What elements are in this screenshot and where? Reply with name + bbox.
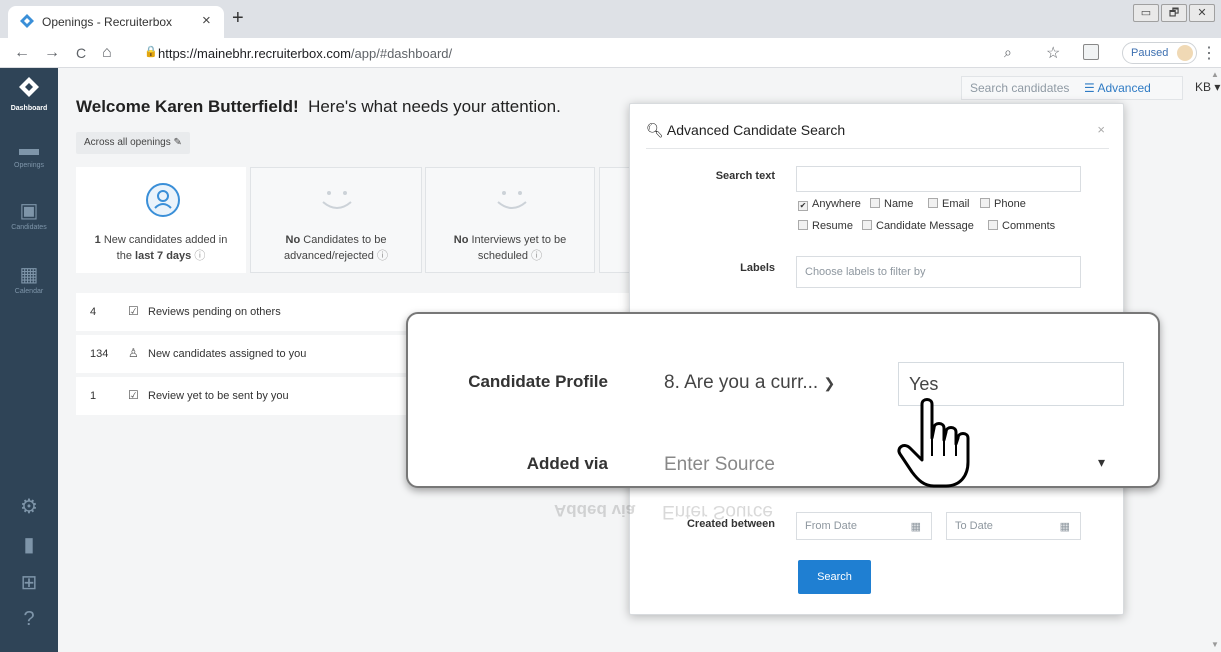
labels-select[interactable]: Choose labels to filter by xyxy=(796,256,1081,288)
lock-icon: 🔒 xyxy=(144,46,158,58)
search-text-input[interactable] xyxy=(796,166,1081,192)
candidates-icon: ▣ xyxy=(19,200,39,222)
new-tab-button[interactable]: + xyxy=(232,7,244,30)
forward-icon[interactable]: → xyxy=(44,44,60,62)
sidebar-item-label: Openings xyxy=(14,162,44,169)
advanced-search-link[interactable]: ☰ Advanced xyxy=(1084,81,1151,95)
minimize-icon[interactable]: ▭ xyxy=(1133,4,1159,22)
zoom-icon[interactable]: ⌕ xyxy=(1004,44,1012,61)
scope-candidate-message-checkbox[interactable]: Candidate Message xyxy=(862,220,974,232)
recruiterbox-favicon-icon xyxy=(20,14,34,28)
divider xyxy=(646,148,1109,149)
back-icon[interactable]: ← xyxy=(14,44,30,62)
review-icon: ☑ xyxy=(128,304,139,318)
review-icon: ☑ xyxy=(128,388,139,402)
close-window-icon[interactable]: ✕ xyxy=(1189,4,1215,22)
chevron-down-icon[interactable]: ▾ xyxy=(1098,454,1105,471)
settings-button[interactable]: ⚙ xyxy=(0,496,58,518)
user-menu[interactable]: KB ▾ xyxy=(1195,80,1220,94)
callout-reflection: Added via Enter Source xyxy=(554,501,773,522)
zoom-callout: Candidate Profile 8. Are you a curr... ❯… xyxy=(406,312,1160,488)
scroll-down-arrow[interactable]: ▼ xyxy=(1211,640,1219,649)
sidebar-item-candidates[interactable]: ▣ Candidates xyxy=(0,200,58,231)
smiley-icon xyxy=(322,191,352,209)
candidate-profile-label: Candidate Profile xyxy=(468,372,608,391)
stat-card-interviews[interactable]: No Interviews yet to be scheduled ⓘ xyxy=(425,167,595,273)
sidebar-item-calendar[interactable]: ▦ Calendar xyxy=(0,264,58,295)
reports-button[interactable]: ▮ xyxy=(0,534,58,556)
info-icon: ⓘ xyxy=(194,250,206,262)
candidate-search-input[interactable]: Search candidates ☰ Advanced xyxy=(961,76,1183,100)
scope-phone-checkbox[interactable]: Phone xyxy=(980,198,1026,210)
info-icon: ⓘ xyxy=(376,250,388,262)
scope-resume-checkbox[interactable]: Resume xyxy=(798,220,853,232)
home-icon[interactable]: ⌂ xyxy=(102,44,112,62)
scope-comments-checkbox[interactable]: Comments xyxy=(988,220,1055,232)
stat-description: 1 New candidates added in the last 7 day… xyxy=(94,234,228,262)
chevron-down-icon: ❯ xyxy=(823,375,836,391)
source-select[interactable]: Enter Source xyxy=(664,454,775,476)
labels-label: Labels xyxy=(740,262,775,274)
gifts-button[interactable]: ⊞ xyxy=(0,572,58,594)
scope-anywhere-checkbox[interactable]: ✔ Anywhere xyxy=(798,198,861,211)
url-text: https://mainebhr.recruiterbox.com/app/#d… xyxy=(158,46,453,61)
bar-chart-icon: ▮ xyxy=(23,534,35,556)
close-icon[interactable]: × xyxy=(1097,122,1105,137)
briefcase-icon: ▬ xyxy=(19,138,39,160)
browser-tab[interactable]: Openings - Recruiterbox × xyxy=(8,6,224,38)
browser-tab-bar: Openings - Recruiterbox × + ▭ 🗗 ✕ xyxy=(0,0,1221,38)
page-title: Welcome Karen Butterfield! Here's what n… xyxy=(76,97,561,116)
profile-button[interactable]: Paused xyxy=(1122,42,1198,64)
address-bar: ← → C ⌂ 🔒 https://mainebhr.recruiterbox.… xyxy=(0,38,1221,68)
help-button[interactable]: ? xyxy=(0,608,58,630)
info-icon: ⓘ xyxy=(531,250,543,262)
app-sidebar: Dashboard ▬ Openings ▣ Candidates ▦ Cale… xyxy=(0,68,58,652)
search-button[interactable]: Search xyxy=(798,560,871,594)
sidebar-item-label: Dashboard xyxy=(10,105,48,112)
tab-close-icon[interactable]: × xyxy=(202,12,211,29)
sidebar-item-label: Calendar xyxy=(14,288,44,295)
browser-menu-icon[interactable]: ⋮ xyxy=(1201,43,1217,63)
restore-icon[interactable]: 🗗 xyxy=(1161,4,1187,22)
extension-icon[interactable] xyxy=(1083,44,1099,60)
bookmark-star-icon[interactable]: ☆ xyxy=(1046,43,1060,63)
search-icon: 🔍︎ xyxy=(646,122,664,138)
reload-icon[interactable]: C xyxy=(76,45,86,61)
stat-description: No Candidates to be advanced/rejected ⓘ xyxy=(284,234,388,262)
modal-title: 🔍︎ Advanced Candidate Search xyxy=(646,122,846,138)
sidebar-item-label: Candidates xyxy=(11,224,47,231)
gift-icon: ⊞ xyxy=(20,572,38,594)
added-via-label: Added via xyxy=(526,454,608,473)
avatar xyxy=(1177,45,1194,61)
logo-icon xyxy=(19,77,39,97)
tab-title: Openings - Recruiterbox xyxy=(42,15,173,29)
stat-description: No Interviews yet to be scheduled ⓘ xyxy=(453,234,567,262)
search-text-label: Search text xyxy=(715,170,775,182)
window-controls: ▭ 🗗 ✕ xyxy=(1133,4,1215,22)
stat-card-new-candidates[interactable]: 1 New candidates added in the last 7 day… xyxy=(76,167,246,273)
user-icon: ♙ xyxy=(128,346,139,360)
scroll-up-arrow[interactable]: ▲ xyxy=(1211,70,1219,79)
candidate-avatar-icon xyxy=(146,183,180,217)
hand-pointer-icon xyxy=(897,398,970,488)
search-placeholder: Search candidates xyxy=(970,81,1070,95)
profile-question-select[interactable]: 8. Are you a curr... ❯ xyxy=(664,372,835,394)
help-icon: ? xyxy=(23,608,35,630)
url-field[interactable]: 🔒 https://mainebhr.recruiterbox.com/app/… xyxy=(128,41,1034,65)
sidebar-item-openings[interactable]: ▬ Openings xyxy=(0,138,58,169)
stat-card-advance-reject[interactable]: No Candidates to be advanced/rejected ⓘ xyxy=(250,167,422,273)
calendar-icon: ▦ xyxy=(19,264,39,286)
scope-name-checkbox[interactable]: Name xyxy=(870,198,913,210)
smiley-icon xyxy=(497,191,527,209)
sidebar-item-dashboard[interactable]: Dashboard xyxy=(0,76,58,112)
gear-icon: ⚙ xyxy=(20,496,38,518)
opening-filter-chip[interactable]: Across all openings ✎ xyxy=(76,132,190,154)
scope-email-checkbox[interactable]: Email xyxy=(928,198,970,210)
